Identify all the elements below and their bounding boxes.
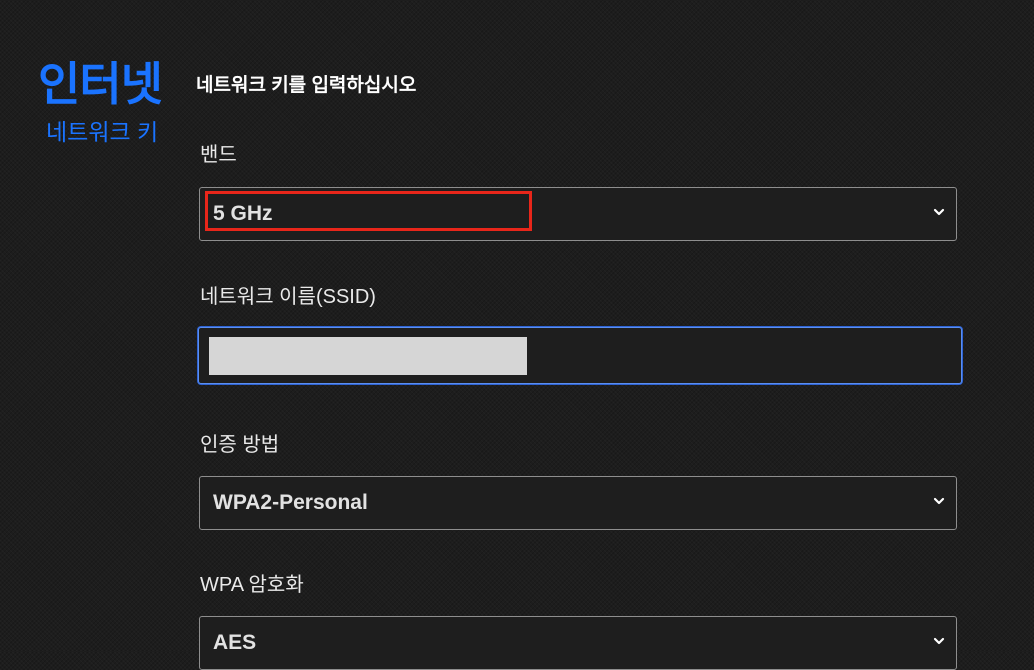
band-label: 밴드 bbox=[200, 144, 237, 166]
auth-method-select[interactable]: WPA2-Personal bbox=[199, 476, 957, 530]
ssid-redacted-value bbox=[209, 337, 527, 375]
band-select[interactable]: 5 GHz bbox=[199, 187, 957, 241]
wpa-encryption-label: WPA 암호화 bbox=[200, 574, 304, 596]
band-select-value: 5 GHz bbox=[213, 202, 273, 225]
auth-method-label: 인증 방법 bbox=[200, 434, 280, 456]
sidebar-subtitle: 네트워크 키 bbox=[46, 119, 159, 145]
wpa-encryption-select[interactable]: AES bbox=[199, 616, 957, 670]
auth-method-select-value: WPA2-Personal bbox=[213, 491, 368, 514]
ssid-label: 네트워크 이름(SSID) bbox=[200, 286, 376, 308]
chevron-down-icon bbox=[933, 497, 945, 505]
sidebar-title: 인터넷 bbox=[38, 58, 163, 110]
page-heading: 네트워크 키를 입력하십시오 bbox=[196, 75, 417, 96]
chevron-down-icon bbox=[933, 208, 945, 216]
chevron-down-icon bbox=[933, 637, 945, 645]
ssid-input[interactable] bbox=[198, 327, 962, 384]
wpa-encryption-select-value: AES bbox=[213, 631, 257, 654]
